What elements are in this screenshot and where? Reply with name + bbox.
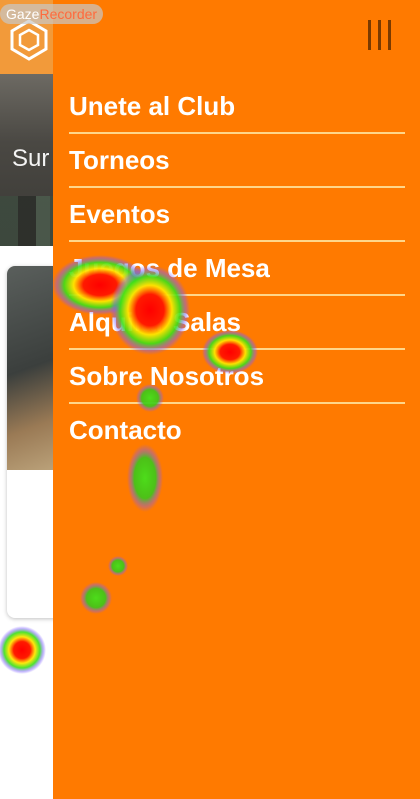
- nav-item-juegos-de-mesa[interactable]: Juegos de Mesa: [69, 242, 405, 296]
- nav-item-eventos[interactable]: Eventos: [69, 188, 405, 242]
- hamburger-vertical-icon[interactable]: [368, 20, 394, 52]
- watermark-part-1: Gaze: [6, 6, 40, 22]
- nav-item-label: Unete al Club: [69, 91, 236, 121]
- nav-item-unete-al-club[interactable]: Unete al Club: [69, 80, 405, 134]
- hero-title: Sur: [12, 145, 50, 172]
- watermark-part-2: Recorder: [39, 6, 98, 22]
- nav-item-torneos[interactable]: Torneos: [69, 134, 405, 188]
- gaze-recorder-watermark: GazeRecorder: [0, 4, 104, 24]
- nav-item-label: Sobre Nosotros: [69, 361, 265, 391]
- nav-item-label: Eventos: [69, 199, 171, 229]
- club-logo-icon[interactable]: [7, 18, 51, 62]
- nav-item-contacto[interactable]: Contacto: [69, 404, 405, 456]
- nav-item-sobre-nosotros[interactable]: Sobre Nosotros: [69, 350, 405, 404]
- nav-item-label: Contacto: [69, 415, 182, 445]
- nav-item-label: Alquilar Salas: [69, 307, 241, 337]
- page: Sur comu qu cor estrat Unete al Club Tor…: [0, 0, 420, 799]
- nav-item-label: Juegos de Mesa: [69, 253, 270, 283]
- nav-item-label: Torneos: [69, 145, 170, 175]
- nav-menu: Unete al Club Torneos Eventos Juegos de …: [69, 80, 405, 456]
- nav-item-alquilar-salas[interactable]: Alquilar Salas: [69, 296, 405, 350]
- nav-drawer: Unete al Club Torneos Eventos Juegos de …: [53, 0, 420, 799]
